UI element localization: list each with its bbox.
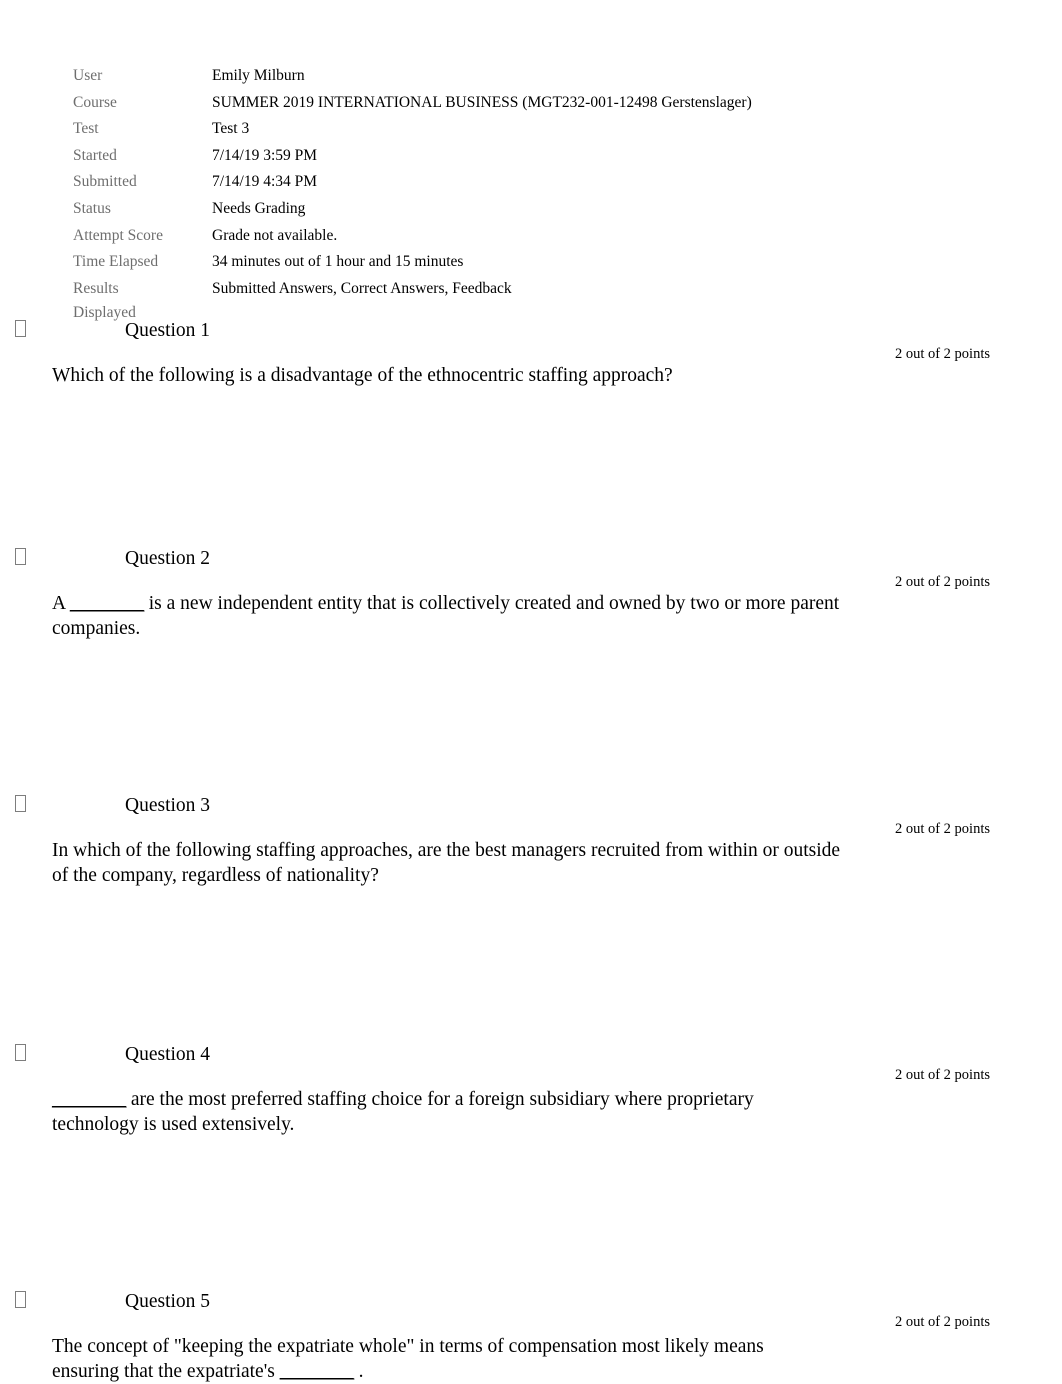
question-blank-2: ________ <box>69 593 145 614</box>
table-row: Course SUMMER 2019 INTERNATIONAL BUSINES… <box>73 91 893 118</box>
question-points-2: 2 out of 2 points <box>894 574 990 590</box>
question-blank-4: ________ <box>52 1089 127 1110</box>
question-block-5: Question 5 2 out of 2 points The concept… <box>0 1289 1062 1382</box>
table-row: Test Test 3 <box>73 117 893 144</box>
correct-answer-marker-icon <box>15 795 26 812</box>
attempt-value-started: 7/14/19 3:59 PM <box>212 146 318 164</box>
question-points-5: 2 out of 2 points <box>894 1314 990 1330</box>
attempt-label-user: User <box>73 67 103 84</box>
question-title-5: Question 5 <box>125 1291 211 1312</box>
correct-answer-marker-icon <box>15 320 26 337</box>
question-points-1: 2 out of 2 points <box>894 346 990 362</box>
correct-answer-marker-icon <box>15 1044 26 1061</box>
attempt-value-time-elapsed: 34 minutes out of 1 hour and 15 minutes <box>212 253 464 271</box>
attempt-label-submitted: Submitted <box>73 173 137 191</box>
attempt-value-course: SUMMER 2019 INTERNATIONAL BUSINESS (MGT2… <box>212 93 752 111</box>
correct-answer-marker-icon <box>15 548 26 565</box>
question-title-1: Question 1 <box>125 320 211 341</box>
attempt-information-table: User Emily Milburn Course SUMMER 2019 IN… <box>73 64 893 328</box>
attempt-label-time-elapsed: Time Elapsed <box>73 253 159 271</box>
question-text-5-post: . <box>353 1360 364 1382</box>
attempt-value-submitted: 7/14/19 4:34 PM <box>212 173 318 191</box>
question-points-3: 2 out of 2 points <box>894 821 990 837</box>
attempt-value-attempt-score: Grade not available. <box>212 226 338 244</box>
status-badge: Needs Grading <box>212 199 306 217</box>
question-block-4: Question 4 2 out of 2 points ________ ar… <box>0 1042 1062 1135</box>
attempt-label-test: Test <box>73 120 99 138</box>
table-row: Submitted 7/14/19 4:34 PM <box>73 170 893 197</box>
question-title-3: Question 3 <box>125 795 211 816</box>
question-blank-5: ________ <box>279 1360 355 1382</box>
question-block-1: Question 1 2 out of 2 points Which of th… <box>0 318 1062 386</box>
question-text-5-pre: The concept of "keeping the expatriate w… <box>52 1336 764 1382</box>
question-text-3: In which of the following staffing appro… <box>52 840 841 886</box>
attempt-label-status: Status <box>73 199 111 217</box>
attempt-label-started: Started <box>73 146 117 164</box>
question-block-3: Question 3 2 out of 2 points In which of… <box>0 793 1062 886</box>
question-header-3: Question 3 <box>0 793 1062 819</box>
question-text-4: ________ are the most preferred staffing… <box>52 1088 822 1137</box>
test-review-page: User Emily Milburn Course SUMMER 2019 IN… <box>0 0 1062 1382</box>
attempt-value-user: Emily Milburn <box>212 67 305 84</box>
table-row: Time Elapsed 34 minutes out of 1 hour an… <box>73 250 893 277</box>
question-text-4-post: are the most preferred staffing choice f… <box>52 1089 754 1135</box>
correct-answer-marker-icon <box>15 1291 26 1308</box>
question-text-2: A ________ is a new independent entity t… <box>52 592 852 641</box>
question-text-2-post: is a new independent entity that is coll… <box>52 593 840 639</box>
question-title-4: Question 4 <box>125 1044 211 1065</box>
attempt-value-test: Test 3 <box>212 120 250 138</box>
question-block-2: Question 2 2 out of 2 points A ________ … <box>0 546 1062 639</box>
question-points-4: 2 out of 2 points <box>894 1067 990 1083</box>
question-header-1: Question 1 <box>0 318 1062 344</box>
question-text-2-pre: A <box>52 593 70 614</box>
attempt-label-attempt-score: Attempt Score <box>73 226 163 244</box>
question-header-2: Question 2 <box>0 546 1062 572</box>
table-row: User Emily Milburn <box>73 64 893 91</box>
table-row: Attempt Score Grade not available. <box>73 224 893 251</box>
question-title-2: Question 2 <box>125 548 211 569</box>
table-row: Status Needs Grading <box>73 197 893 224</box>
attempt-label-course: Course <box>73 93 117 111</box>
table-row: Started 7/14/19 3:59 PM <box>73 144 893 171</box>
question-text-1: Which of the following is a disadvantage… <box>52 365 673 386</box>
